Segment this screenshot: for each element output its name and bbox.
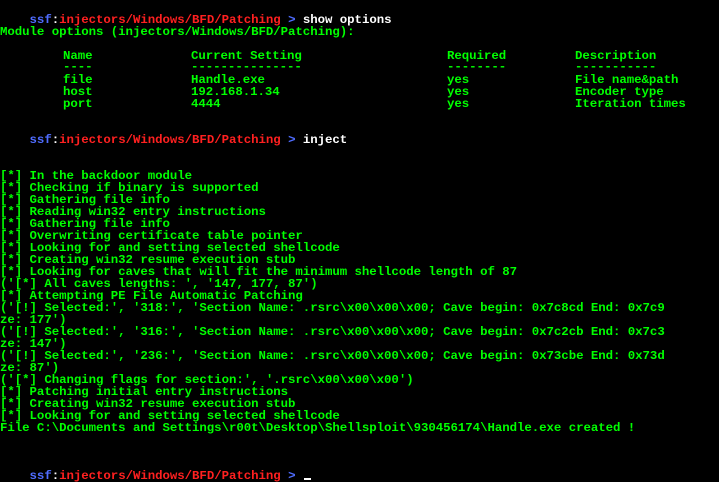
prompt-path: injectors/Windows/BFD/Patching (59, 133, 281, 147)
row-description: Iteration times (575, 97, 686, 111)
command-inject: inject (302, 133, 348, 147)
prompt-ssf: ssf (29, 133, 52, 147)
prompt-line-2: ssf:injectors/Windows/BFD/Patching > inj… (0, 122, 348, 146)
row-required: yes (447, 97, 470, 111)
prompt-arrow: > (280, 469, 303, 482)
options-table-dashes: ---- --------------- -------- ----------… (0, 61, 719, 73)
row-value: 4444 (191, 97, 221, 111)
prompt-ssf: ssf (29, 469, 52, 482)
prompt-line-1: ssf:injectors/Windows/BFD/Patching > sho… (0, 2, 392, 26)
output-line: ('[!] Selected:', '318:', 'Section Name:… (0, 301, 665, 315)
prompt-path: injectors/Windows/BFD/Patching (59, 469, 281, 482)
module-options-title: Module options (injectors/Windows/BFD/Pa… (0, 25, 355, 39)
dash-name: ---- (63, 60, 93, 74)
prompt-line-3[interactable]: ssf:injectors/Windows/BFD/Patching > (0, 458, 311, 482)
output-line: ('[!] Selected:', '316:', 'Section Name:… (0, 325, 665, 339)
prompt-arrow: > (280, 133, 303, 147)
text-cursor[interactable] (303, 478, 311, 480)
table-row: port 4444 yes Iteration times (0, 98, 719, 110)
terminal-window[interactable]: ssf:injectors/Windows/BFD/Patching > sho… (0, 0, 719, 482)
dash-current-setting: --------------- (191, 60, 302, 74)
prompt-separator: : (51, 469, 60, 482)
dash-required: -------- (447, 60, 507, 74)
dash-description: ----------- (575, 60, 657, 74)
output-line-file-created: File C:\Documents and Settings\r00t\Desk… (0, 421, 636, 435)
prompt-separator: : (51, 133, 60, 147)
row-name: port (63, 97, 93, 111)
output-line: ('[!] Selected:', '236:', 'Section Name:… (0, 349, 665, 363)
